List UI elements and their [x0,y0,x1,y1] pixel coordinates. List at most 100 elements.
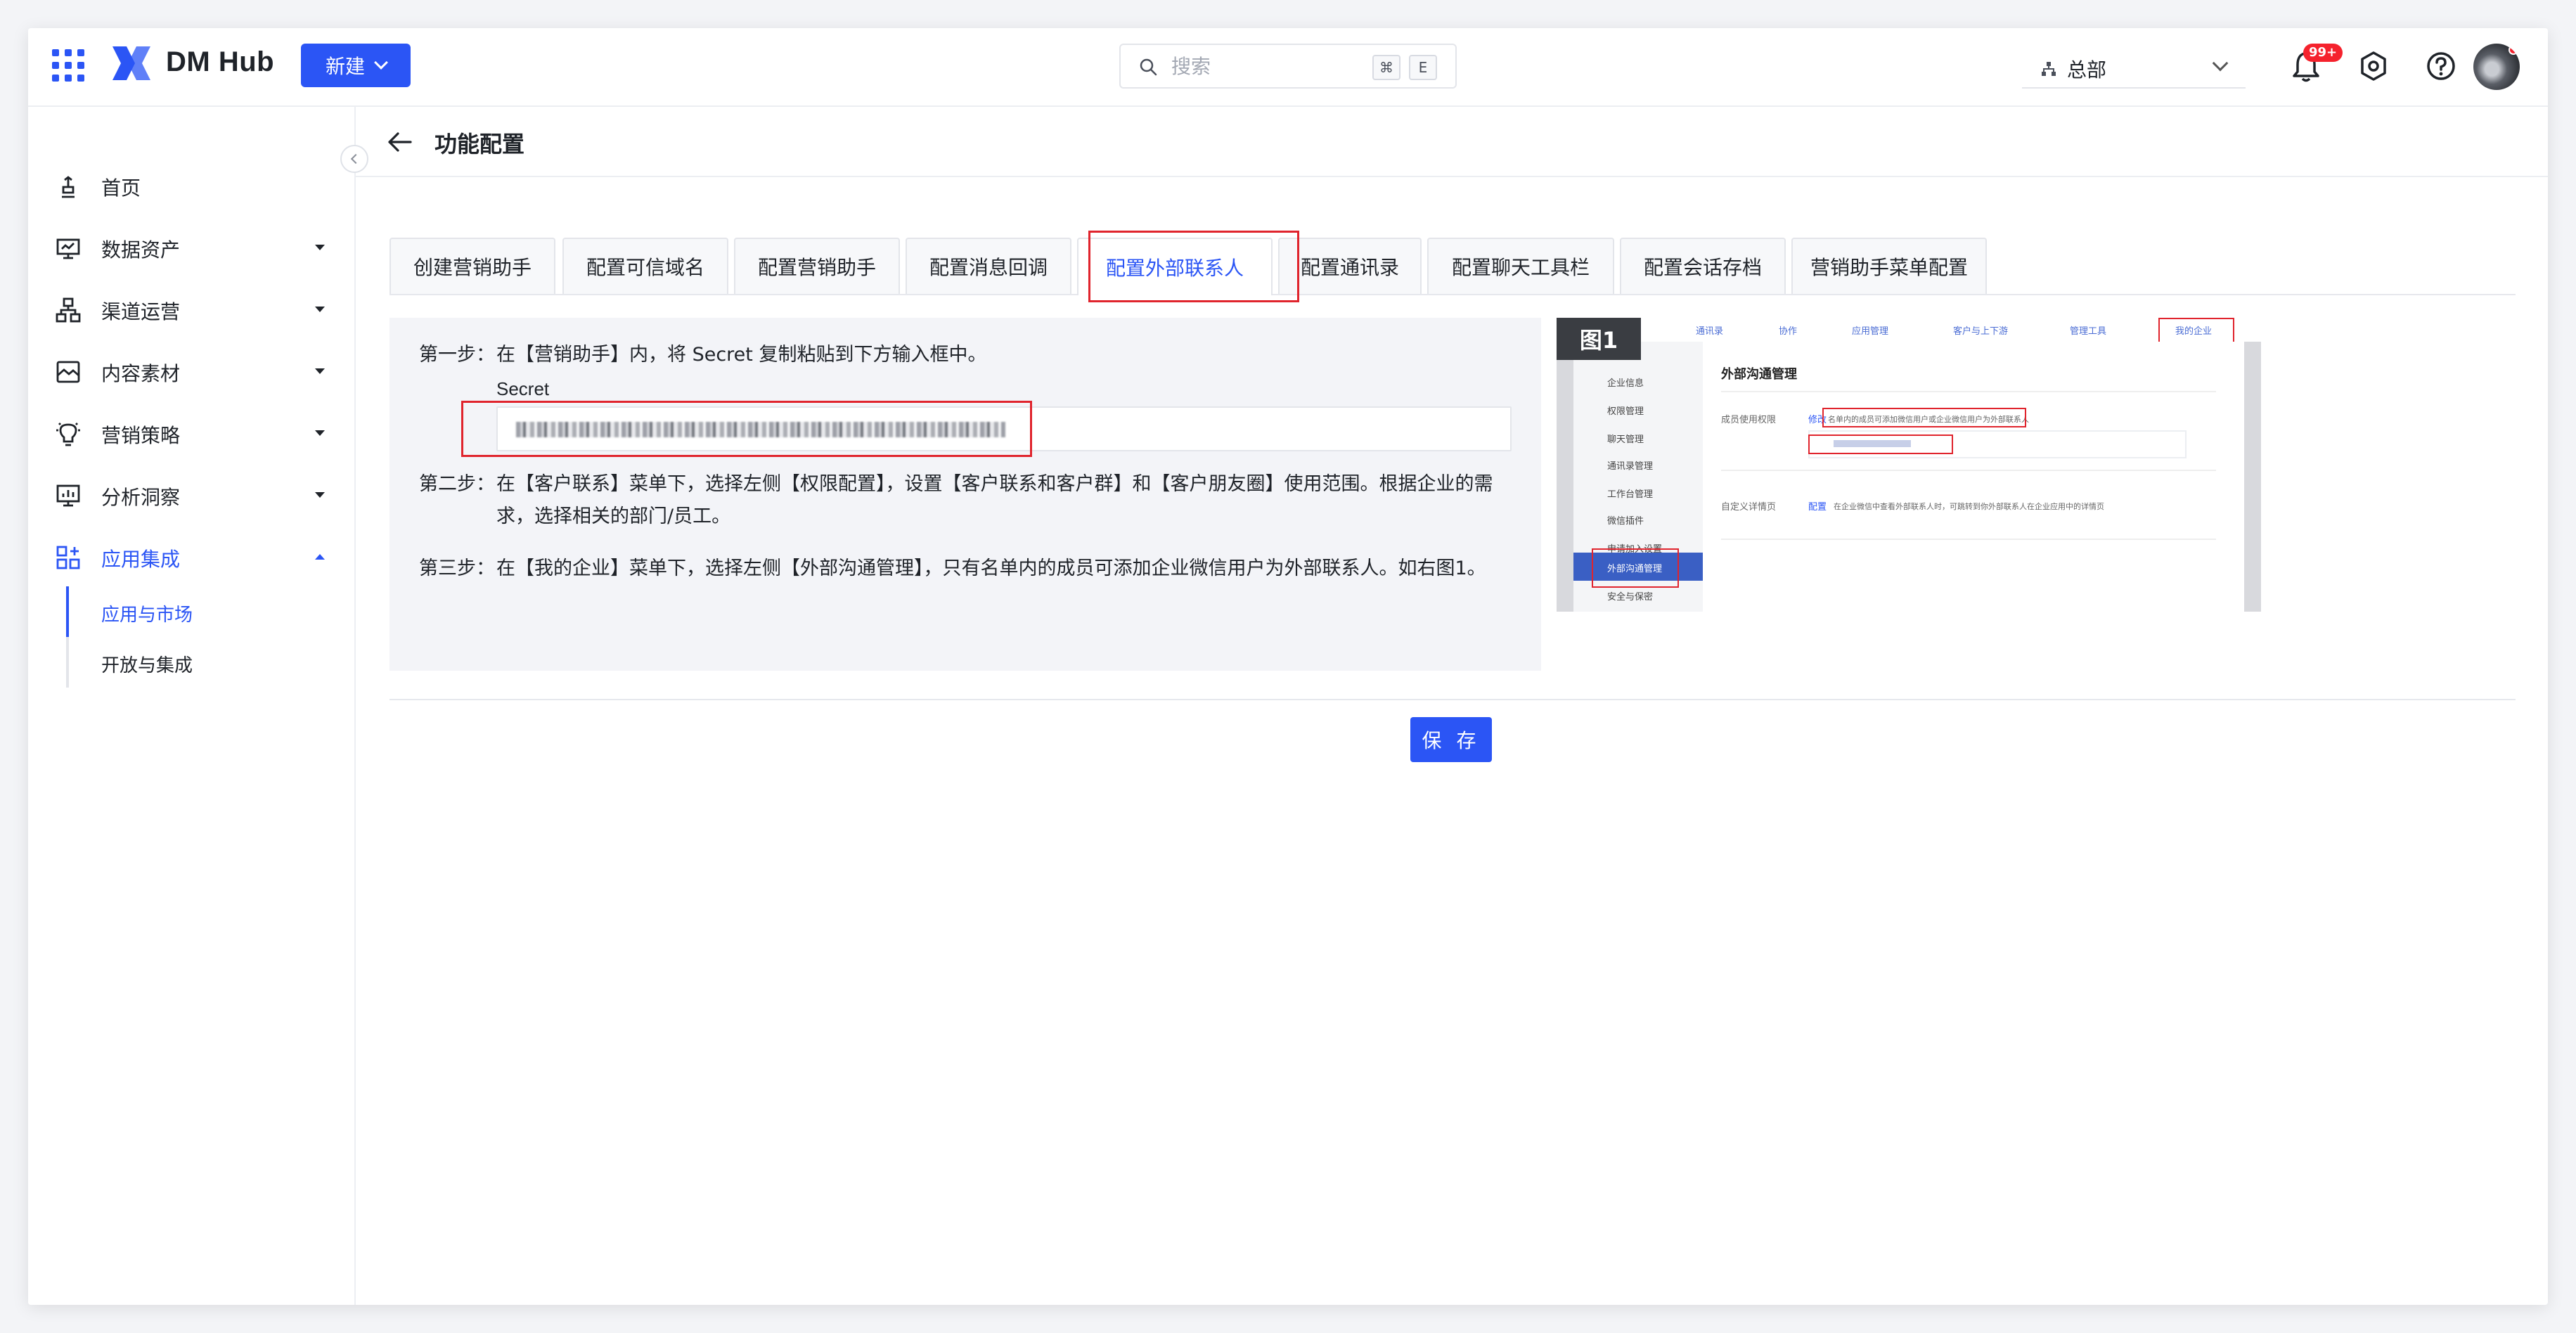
sidebar-item-home[interactable]: 首页 [28,157,354,214]
sidebar-subitem-label: 应用与市场 [101,605,193,626]
secret-highlight-box [461,401,1032,457]
tab-configure-assistant[interactable]: 配置营销助手 [734,238,900,294]
content-divider [389,699,2516,700]
caret-down-icon [315,430,325,436]
sidebar-item-integration[interactable]: 应用集成 [28,529,354,585]
org-selector-label: 总部 [2067,58,2107,82]
sidebar-item-content[interactable]: 内容素材 [28,343,354,399]
page-title: 功能配置 [434,131,525,157]
figure-note: 在企业微信中查看外部联系人时，可跳转到你外部联系人在企业应用中的详情页 [1834,502,2104,511]
brand-name: DM Hub [166,46,275,77]
tab-chat-toolbar[interactable]: 配置聊天工具栏 [1427,238,1614,294]
secret-label: Secret [496,378,550,399]
step-label: 第一步： [419,344,495,366]
channel-icon [56,297,81,323]
step-label: 第二步： [419,473,495,495]
global-search[interactable]: ⌘ E [1119,44,1457,89]
user-avatar[interactable] [2473,44,2520,90]
tree-line [66,637,69,688]
figure-side-item: 企业信息 [1607,378,1644,389]
sidebar-item-label: 首页 [101,176,141,200]
sidebar-item-label: 内容素材 [101,362,181,385]
settings-gear-icon[interactable] [2358,51,2389,82]
integration-icon [56,546,80,569]
figure-divider [1721,539,2216,540]
tab-contacts[interactable]: 配置通讯录 [1278,238,1422,294]
tab-message-callback[interactable]: 配置消息回调 [906,238,1071,294]
caret-up-icon [315,554,325,560]
org-selector[interactable]: 总部 [2022,44,2246,89]
sidebar-item-label: 渠道运营 [101,300,181,323]
tab-trusted-domain[interactable]: 配置可信域名 [562,238,728,294]
caret-down-icon [315,245,325,250]
step-text: 在【营销助手】内，将 Secret 复制粘贴到下方输入框中。 [496,344,987,366]
page-header: 功能配置 [356,107,2548,177]
dm-hub-logo-icon [112,46,150,80]
figure-label: 图1 [1557,318,1641,360]
sidebar-item-label: 营销策略 [101,424,181,447]
search-icon [1140,58,1157,76]
figure-side-item: 微信插件 [1607,516,1644,527]
sidebar-item-label: 应用集成 [101,548,181,571]
figure-link: 配置 [1808,502,1827,513]
sidebar-item-analytics[interactable]: 分析洞察 [28,467,354,523]
content-icon [56,361,80,383]
step-text: 在【客户联系】菜单下，选择左侧【权限配置】，设置【客户联系和客户群】和【客户朋友… [496,473,1493,527]
shortcut-cmd-key: ⌘ [1372,55,1400,80]
new-button-label: 新建 [325,55,365,78]
chevron-down-icon [374,56,388,70]
sidebar-subitem-open-integration[interactable]: 开放与集成 [28,637,309,688]
figure-side-item: 安全与保密 [1607,592,1654,603]
notification-badge: 99+ [2303,44,2343,62]
top-bar: DM Hub 新建 ⌘ E 总部 [28,28,2548,107]
sidebar-subitem-apps-market[interactable]: 应用与市场 [28,586,309,637]
strategy-icon [56,423,80,446]
figure-nav-item: 客户与上下游 [1953,326,2009,337]
sidebar-subitem-label: 开放与集成 [101,655,193,676]
figure-side-item: 权限管理 [1607,406,1644,417]
caret-down-icon [315,307,325,312]
app-grid-icon[interactable] [52,49,86,83]
main-content: 功能配置 创建营销助手 配置可信域名 配置营销助手 配置消息回调 配置外部联系人… [356,107,2548,1305]
shortcut-e-key: E [1409,55,1437,80]
tab-session-archive[interactable]: 配置会话存档 [1620,238,1786,294]
figure-divider [1721,470,2216,471]
search-input[interactable] [1171,52,1340,80]
figure-highlight-box [1822,408,2026,427]
instructions-panel: 第一步： 在【营销助手】内，将 Secret 复制粘贴到下方输入框中。 Secr… [389,318,1541,671]
figure-title: 外部沟通管理 [1721,367,1797,382]
org-tree-icon [2042,62,2056,76]
sidebar: 首页 数据资产 渠道运营 内容素材 营销策略 分析洞察 应用集成 应用与市场 开… [28,107,356,1305]
figure-nav-item: 应用管理 [1852,326,1889,337]
sidebar-item-label: 数据资产 [101,238,181,262]
new-button[interactable]: 新建 [301,44,411,87]
figure-side-item: 工作台管理 [1607,489,1654,500]
tab-create-assistant[interactable]: 创建营销助手 [389,238,555,294]
figure-row-label: 自定义详情页 [1721,502,1777,513]
figure-row-label: 成员使用权限 [1721,415,1777,425]
sidebar-item-data-assets[interactable]: 数据资产 [28,219,354,276]
data-assets-icon [56,238,80,259]
figure-highlight-box [1808,434,1953,454]
config-tabs: 创建营销助手 配置可信域名 配置营销助手 配置消息回调 配置外部联系人 配置通讯… [389,238,2516,295]
home-icon [62,176,75,198]
step-label: 第三步： [419,558,495,579]
figure-body: 企业信息 权限管理 聊天管理 通讯录管理 工作台管理 微信插件 申请加入设置 外… [1573,342,2244,612]
figure-side-item: 聊天管理 [1607,434,1644,445]
sidebar-item-label: 分析洞察 [101,486,181,509]
analytics-icon [56,484,80,507]
sidebar-collapse-button[interactable] [340,145,368,173]
tab-assistant-menu[interactable]: 营销助手菜单配置 [1791,238,1987,294]
tab-external-contacts[interactable]: 配置外部联系人 [1077,238,1273,295]
sidebar-item-channel-ops[interactable]: 渠道运营 [28,281,354,337]
caret-down-icon [315,368,325,374]
back-arrow-icon[interactable] [387,131,412,153]
app-window: DM Hub 新建 ⌘ E 总部 [28,28,2548,1305]
sidebar-item-strategy[interactable]: 营销策略 [28,405,354,461]
step-text: 在【我的企业】菜单下，选择左侧【外部沟通管理】，只有名单内的成员可添加企业微信用… [496,558,1486,579]
figure-nav-item: 通讯录 [1696,326,1724,337]
help-icon[interactable] [2426,51,2456,82]
chevron-left-icon [350,153,361,165]
save-button[interactable]: 保 存 [1410,717,1492,762]
figure-1: 通讯录 协作 应用管理 客户与上下游 管理工具 我的企业 企业信息 权限管理 聊… [1557,318,2261,612]
